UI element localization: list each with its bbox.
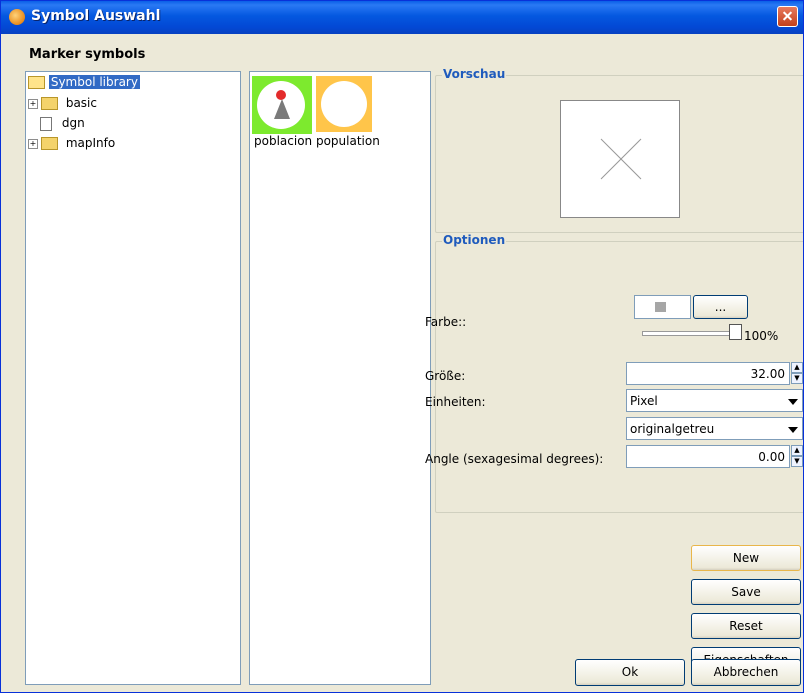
- tree-item-dgn[interactable]: dgn: [40, 114, 85, 132]
- app-icon: [9, 9, 25, 25]
- section-title: Marker symbols: [29, 47, 146, 62]
- preview-box: [560, 100, 680, 218]
- size-input[interactable]: 32.00: [626, 362, 790, 385]
- spin-up-icon[interactable]: ▲: [791, 362, 803, 373]
- cancel-button[interactable]: Abbrechen: [691, 659, 801, 686]
- window-title: Symbol Auswahl: [31, 8, 161, 24]
- title-bar[interactable]: Symbol Auswahl: [1, 1, 803, 34]
- color-swatch: [655, 302, 666, 312]
- units-select[interactable]: Pixel: [626, 389, 803, 412]
- empty-preview-icon: [600, 138, 642, 180]
- angle-label: Angle (sexagesimal degrees):: [425, 452, 604, 466]
- symbol-label: poblacion population: [254, 134, 380, 148]
- tree-item-label: mapInfo: [65, 136, 116, 150]
- units-mode-select-value: originalgetreu: [630, 422, 715, 436]
- tree-item-label: dgn: [61, 116, 85, 130]
- size-spinner[interactable]: ▲ ▼: [791, 362, 803, 385]
- color-swatch-field[interactable]: [634, 295, 691, 319]
- symbol-selection-dialog: Symbol Auswahl Marker symbols Symbol lib…: [0, 0, 804, 693]
- file-icon: [40, 116, 52, 131]
- expand-icon[interactable]: +: [28, 138, 38, 149]
- tree-item-mapinfo[interactable]: + mapInfo: [28, 134, 115, 152]
- new-button[interactable]: New: [691, 545, 801, 571]
- circle-marker-symbol[interactable]: [316, 76, 372, 132]
- spin-up-icon[interactable]: ▲: [791, 445, 803, 456]
- close-button[interactable]: [777, 6, 798, 27]
- symbol-circle: [321, 81, 367, 127]
- units-mode-select[interactable]: originalgetreu: [626, 417, 803, 440]
- tree-item-basic[interactable]: + basic: [28, 94, 97, 112]
- marker-body-icon: [274, 99, 290, 119]
- angle-input[interactable]: 0.00: [626, 445, 790, 468]
- ok-button[interactable]: Ok: [575, 659, 685, 686]
- units-label: Einheiten:: [425, 395, 486, 409]
- opacity-slider-track[interactable]: [642, 331, 740, 336]
- symbol-circle: [257, 81, 305, 129]
- symbol-library-tree[interactable]: Symbol library + basic dgn + mapInfo: [25, 71, 241, 685]
- tree-root-label[interactable]: Symbol library: [48, 75, 140, 89]
- save-button[interactable]: Save: [691, 579, 801, 605]
- chevron-down-icon: [788, 399, 798, 405]
- preview-title: Vorschau: [442, 67, 507, 81]
- tree-root[interactable]: Symbol library: [28, 73, 140, 91]
- tree-item-label: basic: [65, 96, 97, 110]
- angle-spinner[interactable]: ▲ ▼: [791, 445, 803, 468]
- units-select-value: Pixel: [630, 394, 658, 408]
- preview-group: Vorschau: [435, 67, 803, 233]
- population-marker-symbol[interactable]: [252, 76, 312, 134]
- folder-open-icon: [28, 76, 45, 89]
- size-label: Größe:: [425, 369, 466, 383]
- chevron-down-icon: [788, 427, 798, 433]
- options-title: Optionen: [442, 233, 507, 247]
- color-label: Farbe::: [425, 315, 467, 329]
- spin-down-icon[interactable]: ▼: [791, 373, 803, 384]
- color-picker-button[interactable]: ...: [693, 295, 748, 319]
- expand-icon[interactable]: +: [28, 98, 38, 109]
- opacity-slider-thumb[interactable]: [729, 324, 742, 340]
- spin-down-icon[interactable]: ▼: [791, 456, 803, 467]
- folder-icon: [41, 137, 58, 150]
- reset-button[interactable]: Reset: [691, 613, 801, 639]
- opacity-value: 100%: [744, 329, 779, 343]
- folder-icon: [41, 97, 58, 110]
- symbol-list[interactable]: poblacion population: [249, 71, 431, 685]
